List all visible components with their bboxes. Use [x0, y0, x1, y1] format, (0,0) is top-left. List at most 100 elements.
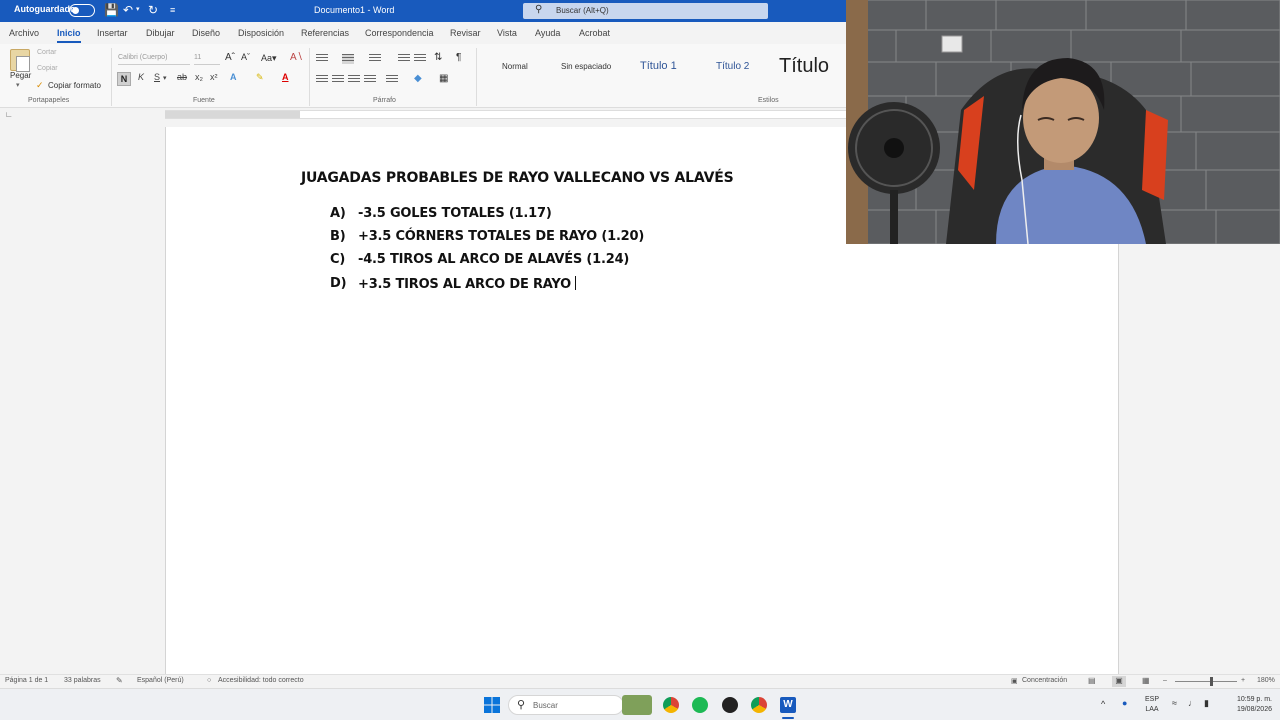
customize-toolbar-icon[interactable]: ≡ [170, 3, 175, 17]
accessibility-icon[interactable]: ○ [207, 677, 211, 684]
redo-icon[interactable]: ↻ [148, 3, 158, 17]
change-case-icon[interactable]: Aa▾ [261, 53, 277, 64]
paste-icon[interactable] [10, 49, 30, 72]
format-painter-button[interactable]: Copiar formato [48, 81, 101, 90]
underline-dropdown-icon[interactable]: ▾ [163, 74, 167, 82]
bullets-icon[interactable] [316, 54, 328, 64]
line-spacing-icon[interactable] [386, 75, 398, 85]
cut-button[interactable]: Cortar [37, 49, 56, 56]
search-highlight-icon[interactable] [622, 695, 652, 715]
font-size-value: 11 [194, 54, 202, 61]
bold-button[interactable]: N [117, 72, 131, 86]
zoom-slider-thumb[interactable] [1210, 677, 1213, 686]
taskbar-search[interactable]: ⚲ Buscar [508, 695, 624, 715]
word-icon[interactable]: W [780, 697, 796, 713]
italic-button[interactable]: K [138, 72, 144, 82]
tab-ayuda[interactable]: Ayuda [535, 28, 560, 38]
subscript-icon[interactable]: x₂ [195, 72, 203, 82]
font-size-select[interactable]: 11 [194, 52, 220, 65]
horizontal-ruler[interactable] [165, 110, 846, 119]
obs-icon[interactable] [722, 697, 738, 713]
justify-icon[interactable] [364, 75, 376, 85]
underline-button[interactable]: S [154, 72, 160, 82]
tab-acrobat[interactable]: Acrobat [579, 28, 610, 38]
tab-selector[interactable]: ∟ [5, 110, 13, 119]
style-titulo[interactable]: Título [779, 55, 829, 78]
tab-vista[interactable]: Vista [497, 28, 517, 38]
decrease-indent-icon[interactable] [398, 54, 410, 64]
text-effects-icon[interactable]: A [230, 72, 237, 82]
superscript-icon[interactable]: x² [210, 72, 218, 82]
list-item-label: C) [330, 252, 346, 267]
read-mode-icon[interactable]: ▤ [1088, 676, 1096, 685]
focus-mode[interactable]: Concentración [1022, 677, 1067, 684]
tab-insertar[interactable]: Insertar [97, 28, 128, 38]
tab-referencias[interactable]: Referencias [301, 28, 349, 38]
style-normal[interactable]: Normal [502, 62, 528, 71]
sort-icon[interactable]: ⇅ [434, 52, 442, 63]
format-painter-icon[interactable]: ✓ [36, 80, 44, 91]
font-family-select[interactable]: Calibri (Cuerpo) [118, 52, 190, 65]
print-layout-icon[interactable]: ▣ [1112, 676, 1126, 687]
paste-button[interactable]: Pegar [10, 71, 31, 80]
show-marks-icon[interactable]: ¶ [456, 52, 461, 63]
page-count[interactable]: Página 1 de 1 [5, 677, 48, 684]
divider [111, 48, 112, 106]
align-center-icon[interactable] [332, 75, 344, 85]
style-sin-espaciado[interactable]: Sin espaciado [561, 62, 611, 71]
tab-revisar[interactable]: Revisar [450, 28, 481, 38]
paste-dropdown-icon[interactable]: ▾ [16, 81, 20, 89]
shading-icon[interactable]: ◆ [414, 73, 422, 84]
accessibility-status[interactable]: Accesibilidad: todo correcto [218, 677, 304, 684]
windows-start-icon[interactable] [484, 697, 500, 713]
word-count[interactable]: 33 palabras [64, 677, 101, 684]
wifi-icon[interactable]: ≈ [1172, 698, 1177, 708]
clear-formatting-icon[interactable]: A∖ [290, 52, 303, 63]
grow-font-icon[interactable]: Aˆ [225, 52, 235, 63]
font-color-icon[interactable]: A [282, 72, 289, 82]
tab-disposicion[interactable]: Disposición [238, 28, 284, 38]
language-indicator[interactable]: ESP LAA [1144, 695, 1160, 715]
copy-button[interactable]: Copiar [37, 65, 58, 72]
shrink-font-icon[interactable]: Aˇ [241, 52, 250, 62]
zoom-out-icon[interactable]: – [1163, 677, 1167, 684]
web-layout-icon[interactable]: ▦ [1142, 676, 1150, 685]
search-box[interactable]: ⚲ Buscar (Alt+Q) [523, 3, 768, 19]
borders-icon[interactable]: ▦ [439, 73, 448, 84]
spotify-icon[interactable] [692, 697, 708, 713]
undo-dropdown-icon[interactable]: ▾ [136, 3, 140, 17]
numbering-icon[interactable] [342, 54, 354, 64]
increase-indent-icon[interactable] [414, 54, 426, 64]
show-hidden-icons[interactable]: ^ [1101, 699, 1105, 709]
clock[interactable]: 10:59 p. m. 19/08/2026 [1224, 695, 1272, 715]
webcam-image [846, 0, 1280, 244]
multilevel-list-icon[interactable] [369, 54, 381, 64]
undo-icon[interactable]: ↶ [123, 3, 133, 17]
strikethrough-icon[interactable]: ab [177, 72, 187, 82]
align-right-icon[interactable] [348, 75, 360, 85]
tab-inicio[interactable]: Inicio [57, 28, 81, 43]
tab-dibujar[interactable]: Dibujar [146, 28, 175, 38]
tab-correspondencia[interactable]: Correspondencia [365, 28, 434, 38]
language[interactable]: Español (Perú) [137, 677, 184, 684]
style-titulo-2[interactable]: Título 2 [716, 61, 749, 72]
battery-icon[interactable]: ▮ [1204, 698, 1209, 708]
tab-archivo[interactable]: Archivo [9, 28, 39, 38]
zoom-level[interactable]: 180% [1257, 677, 1275, 684]
zoom-in-icon[interactable]: + [1241, 677, 1245, 684]
volume-icon[interactable]: ♩ [1188, 698, 1197, 708]
focus-icon[interactable]: ▣ [1011, 677, 1018, 685]
chrome-icon[interactable] [663, 697, 679, 713]
style-titulo-1[interactable]: Título 1 [640, 60, 677, 72]
highlight-icon[interactable]: ✎ [256, 72, 264, 83]
tab-diseno[interactable]: Diseño [192, 28, 220, 38]
zoom-slider[interactable] [1175, 681, 1237, 682]
align-left-icon[interactable] [316, 75, 328, 85]
chrome-profile-icon[interactable] [751, 697, 767, 713]
time: 10:59 p. m. [1236, 696, 1272, 703]
font-family-value: Calibri (Cuerpo) [118, 54, 168, 61]
autosave-toggle[interactable] [69, 4, 95, 17]
microphone-icon[interactable]: ● [1122, 698, 1127, 708]
save-icon[interactable]: 💾 [104, 3, 119, 17]
proofing-icon[interactable]: ✎ [116, 676, 123, 685]
